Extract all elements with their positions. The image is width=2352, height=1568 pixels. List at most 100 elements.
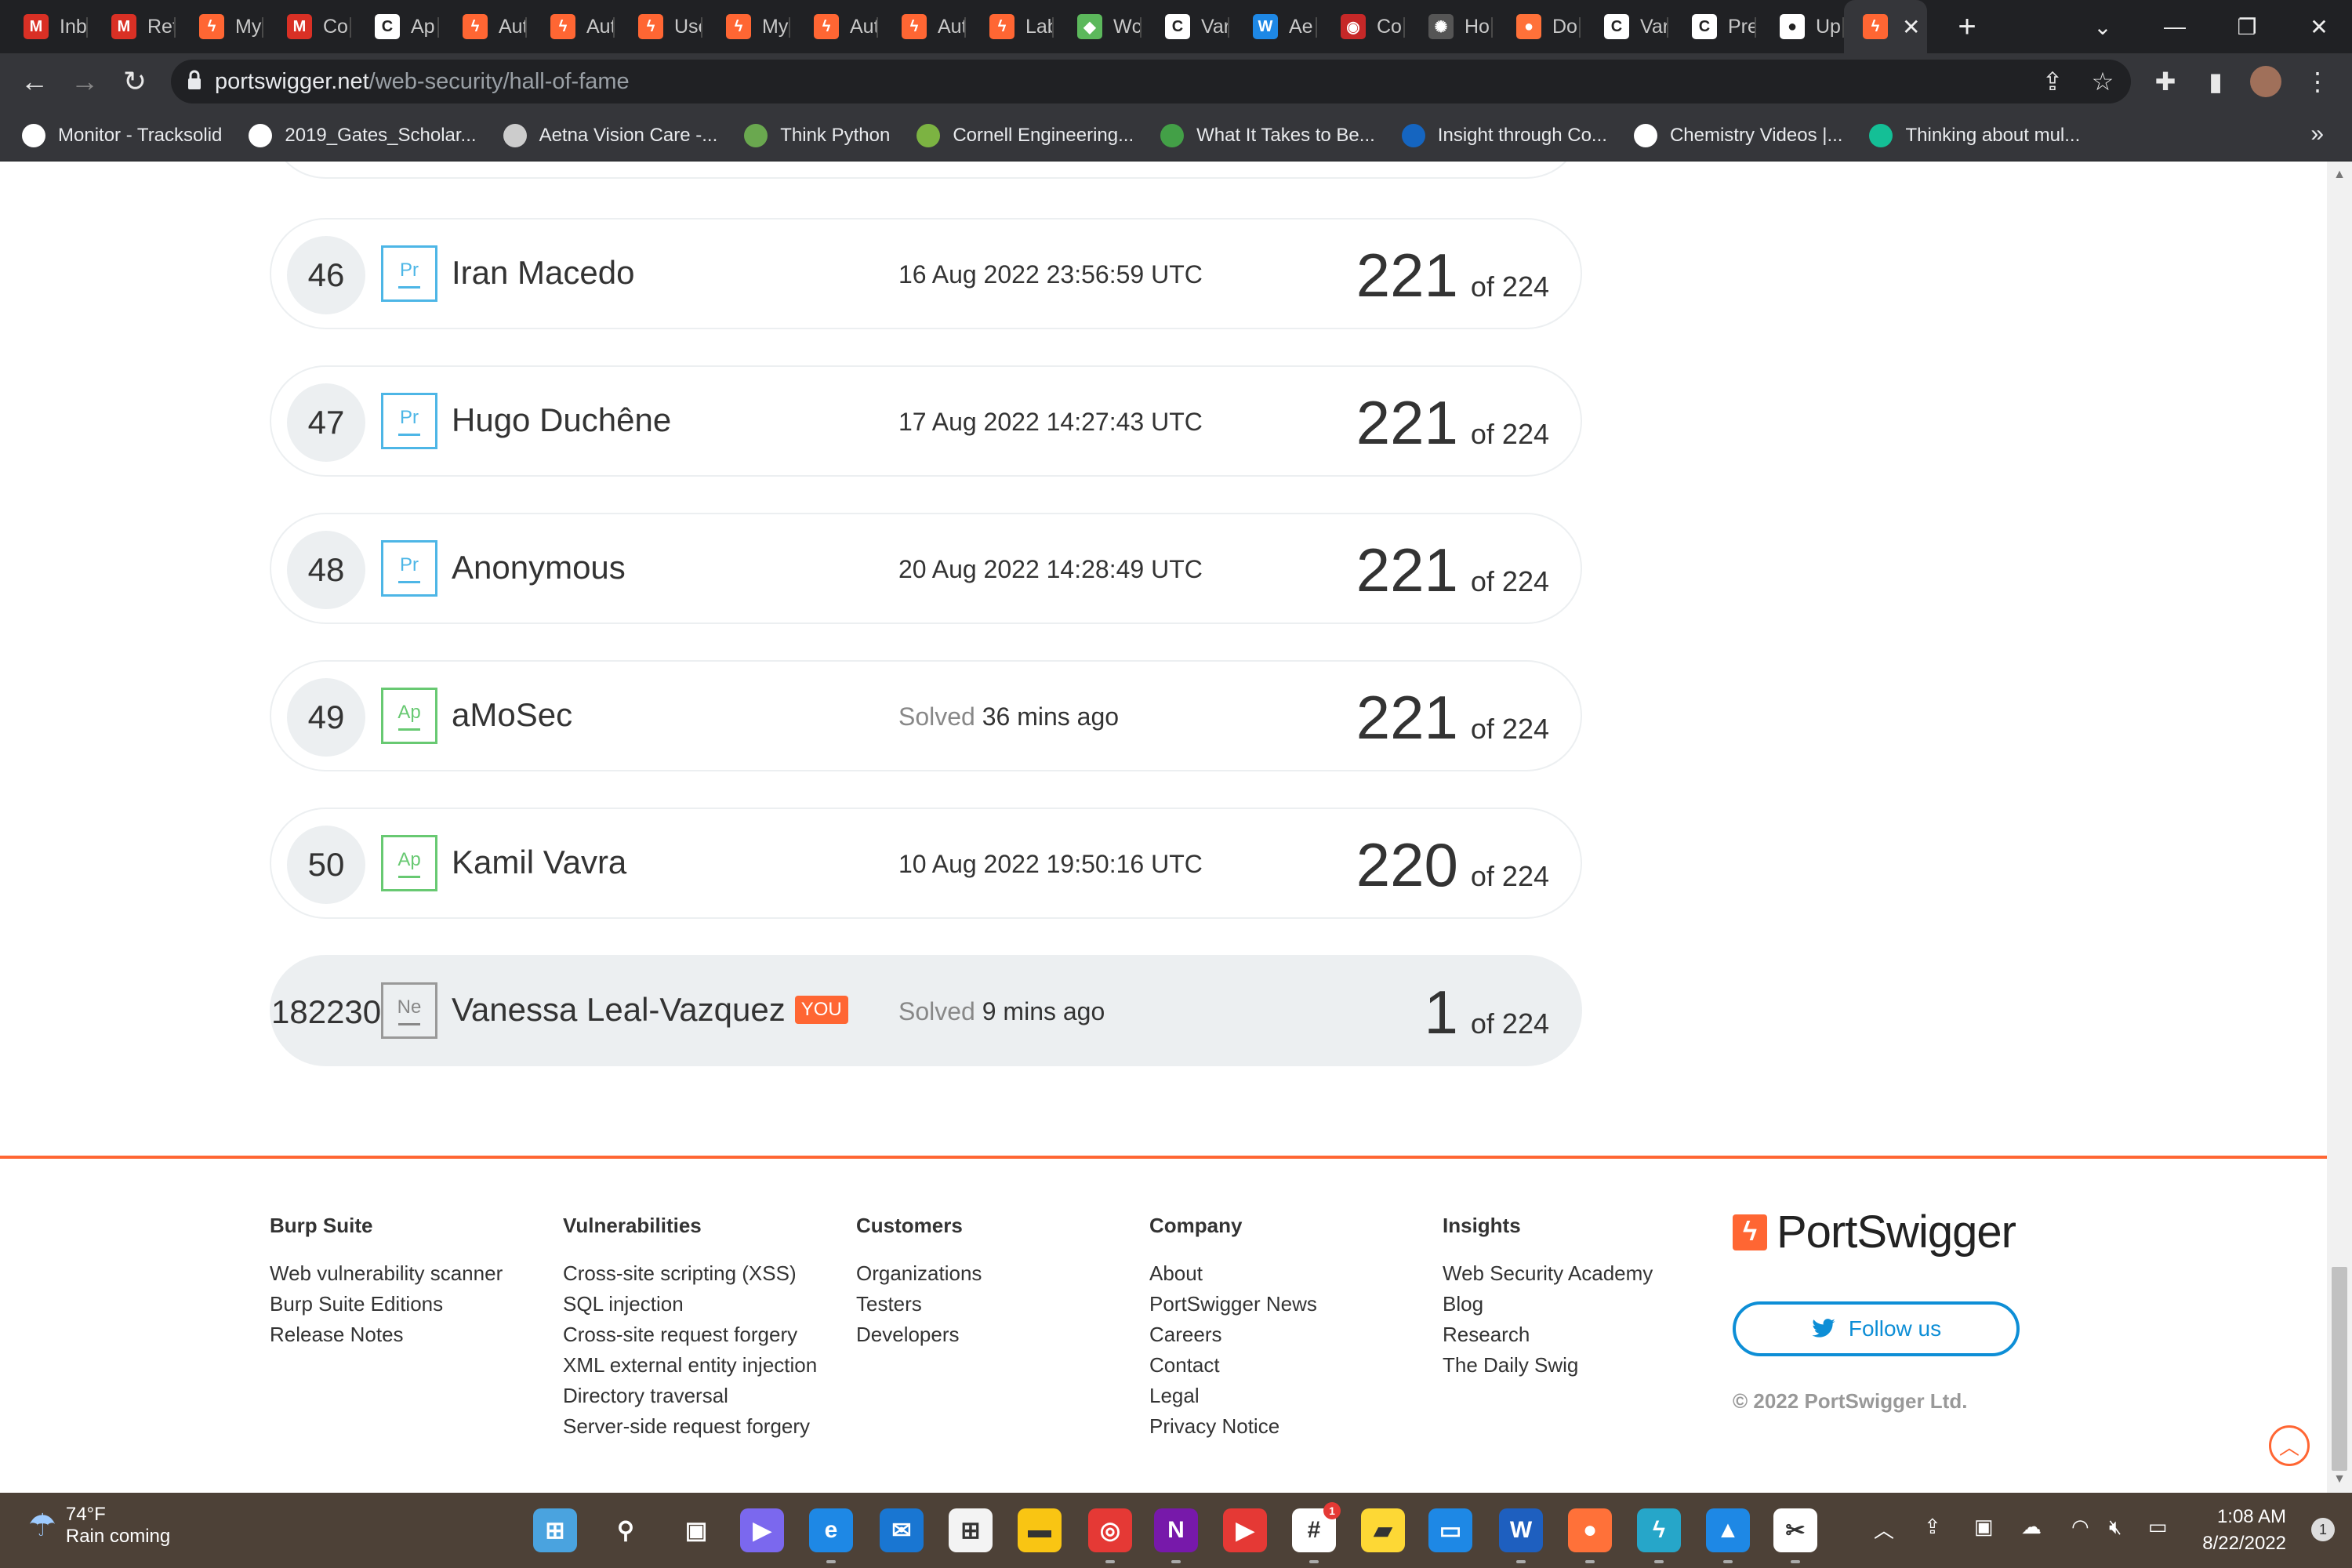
leaderboard-row[interactable]: 49 Ap aMoSec Solved 36 mins ago 221 of 224 (270, 660, 1582, 771)
footer-link[interactable]: XML external entity injection (563, 1350, 817, 1381)
teams-chat-icon[interactable]: ▶ (740, 1508, 784, 1552)
scroll-down-arrow-icon[interactable]: ▼ (2332, 1472, 2347, 1486)
word-icon[interactable]: W (1499, 1508, 1543, 1563)
weather-widget[interactable]: ☂ 74°F Rain coming (28, 1504, 170, 1548)
bookmark-item[interactable]: Think Python (744, 123, 890, 147)
leaderboard-row[interactable]: 182230 Ne Vanessa Leal-Vazquez YOU Solved 9 … (270, 955, 1582, 1066)
browser-tab[interactable]: M Inb (0, 0, 88, 53)
sticky-notes-icon[interactable]: ▰ (1361, 1508, 1405, 1552)
browser-tab[interactable]: C Var (1581, 0, 1668, 53)
browser-tab[interactable]: C Pre (1668, 0, 1756, 53)
browser-tab[interactable]: ϟ Lab (966, 0, 1054, 53)
onedrive-cloud-icon[interactable]: ☁ (2021, 1515, 2042, 1539)
footer-link[interactable]: Contact (1149, 1350, 1317, 1381)
lock-icon[interactable] (187, 69, 202, 91)
file-explorer-icon[interactable]: ▬ (1018, 1508, 1062, 1552)
tab-search-icon[interactable]: ⌄ (2067, 0, 2139, 53)
footer-link[interactable]: Research (1443, 1319, 1653, 1350)
footer-link[interactable]: SQL injection (563, 1289, 817, 1319)
footer-link[interactable]: Server-side request forgery (563, 1411, 817, 1442)
battery-icon[interactable]: ▭ (2148, 1515, 2168, 1539)
footer-link[interactable]: Organizations (856, 1258, 982, 1289)
browser-tab[interactable]: ϟ Aut (439, 0, 527, 53)
scrollbar-thumb[interactable] (2332, 1267, 2347, 1471)
user-name[interactable]: Anonymous (452, 549, 626, 586)
browser-tab[interactable]: W Ae (1229, 0, 1317, 53)
side-panel-icon[interactable]: ▮ (2194, 60, 2238, 103)
footer-link[interactable]: Web vulnerability scanner (270, 1258, 503, 1289)
slack-icon[interactable]: #1 (1292, 1502, 1341, 1563)
browser-tab[interactable]: ϟ My (702, 0, 790, 53)
upload-icon[interactable]: ⇪ (1924, 1515, 1941, 1539)
bookmark-star-icon[interactable]: ☆ (2081, 60, 2125, 103)
address-bar[interactable]: portswigger.net/web-security/hall-of-fam… (171, 60, 2131, 103)
user-name[interactable]: aMoSec (452, 696, 572, 734)
browser-tab[interactable]: ϟ Aut (790, 0, 878, 53)
footer-link[interactable]: Developers (856, 1319, 982, 1350)
menu-kebab-icon[interactable]: ⋮ (2296, 60, 2339, 103)
portswigger-logo[interactable]: ϟ PortSwigger (1733, 1206, 2016, 1258)
photos-icon[interactable]: ▲ (1706, 1508, 1750, 1563)
footer-link[interactable]: Privacy Notice (1149, 1411, 1317, 1442)
browser-tab-active[interactable]: ϟ ✕ (1844, 0, 1927, 53)
browser-tab[interactable]: ● Up (1756, 0, 1844, 53)
close-window-icon[interactable]: ✕ (2283, 0, 2352, 53)
leaderboard-row[interactable]: 50 Ap Kamil Vavra 10 Aug 2022 19:50:16 UTC 2… (270, 808, 1582, 919)
back-icon[interactable]: ← (9, 56, 60, 107)
footer-link[interactable]: Careers (1149, 1319, 1317, 1350)
reload-icon[interactable]: ↻ (110, 56, 160, 107)
bookmark-item[interactable]: Chemistry Videos |... (1633, 123, 1842, 147)
profile-avatar[interactable] (2244, 60, 2288, 103)
bookmark-item[interactable]: Cornell Engineering... (916, 123, 1134, 147)
browser-tab[interactable]: ◆ Wc (1054, 0, 1142, 53)
footer-link[interactable]: Cross-site scripting (XSS) (563, 1258, 817, 1289)
extensions-icon[interactable]: ✚ (2143, 60, 2187, 103)
search-icon[interactable]: ⚲ (604, 1508, 648, 1552)
bookmark-item[interactable]: Monitor - Tracksolid (22, 123, 222, 147)
edge-icon[interactable]: e (809, 1508, 853, 1563)
chrome-icon[interactable]: ◎ (1088, 1508, 1132, 1563)
back-to-top-icon[interactable]: ︿ (2269, 1425, 2310, 1466)
bookmark-item[interactable]: 2019_Gates_Scholar... (249, 123, 477, 147)
snipping-tool-icon[interactable]: ✂ (1773, 1508, 1817, 1563)
footer-link[interactable]: The Daily Swig (1443, 1350, 1653, 1381)
youtube-music-icon[interactable]: ▶ (1223, 1508, 1267, 1552)
tab-close-icon[interactable]: ✕ (1902, 14, 1920, 40)
wifi-icon[interactable]: ◠ (2071, 1515, 2089, 1539)
restore-icon[interactable]: ❐ (2211, 0, 2283, 53)
footer-link[interactable]: Web Security Academy (1443, 1258, 1653, 1289)
onenote-icon[interactable]: N (1154, 1508, 1198, 1563)
share-icon[interactable]: ⇪ (2031, 60, 2074, 103)
footer-link[interactable]: Legal (1149, 1381, 1317, 1411)
bookmark-item[interactable]: What It Takes to Be... (1160, 123, 1375, 147)
new-tab-icon[interactable]: + (1947, 9, 1987, 45)
remote-desktop-icon[interactable]: ▭ (1428, 1508, 1472, 1552)
show-hidden-icons-icon[interactable]: ︿ (1874, 1515, 1894, 1544)
browser-tab[interactable]: ● Do (1493, 0, 1581, 53)
browser-tab[interactable]: C Ap (351, 0, 439, 53)
user-name[interactable]: Iran Macedo (452, 254, 634, 292)
browser-tab[interactable]: ✺ Ho (1405, 0, 1493, 53)
browser-tab[interactable]: ◉ Co (1317, 0, 1405, 53)
footer-link[interactable]: Release Notes (270, 1319, 503, 1350)
user-name[interactable]: Vanessa Leal-Vazquez YOU (452, 991, 848, 1029)
store-icon[interactable]: ⊞ (949, 1508, 993, 1552)
browser-tab[interactable]: ϟ Aut (527, 0, 615, 53)
leaderboard-row[interactable]: 47 Pr Hugo Duchêne 17 Aug 2022 14:27:43 UTC… (270, 365, 1582, 477)
bookmark-item[interactable]: Insight through Co... (1401, 123, 1607, 147)
page-scrollbar[interactable]: ▲ ▼ (2327, 162, 2352, 1493)
minimize-icon[interactable]: — (2139, 0, 2211, 53)
bookmark-item[interactable]: Aetna Vision Care -... (503, 123, 717, 147)
footer-link[interactable]: Testers (856, 1289, 982, 1319)
firefox-icon[interactable]: ● (1568, 1508, 1612, 1563)
footer-link[interactable]: Directory traversal (563, 1381, 817, 1411)
footer-link[interactable]: Burp Suite Editions (270, 1289, 503, 1319)
task-view-icon[interactable]: ▣ (674, 1508, 718, 1552)
browser-tab[interactable]: M Ret (88, 0, 176, 53)
bookmarks-overflow-icon[interactable]: » (2310, 121, 2324, 147)
browser-tab[interactable]: C Var (1142, 0, 1229, 53)
mail-icon[interactable]: ✉ (880, 1508, 924, 1552)
follow-us-button[interactable]: Follow us (1733, 1301, 2020, 1356)
browser-tab[interactable]: ϟ Aut (878, 0, 966, 53)
bookmark-item[interactable]: Thinking about mul... (1869, 123, 2080, 147)
